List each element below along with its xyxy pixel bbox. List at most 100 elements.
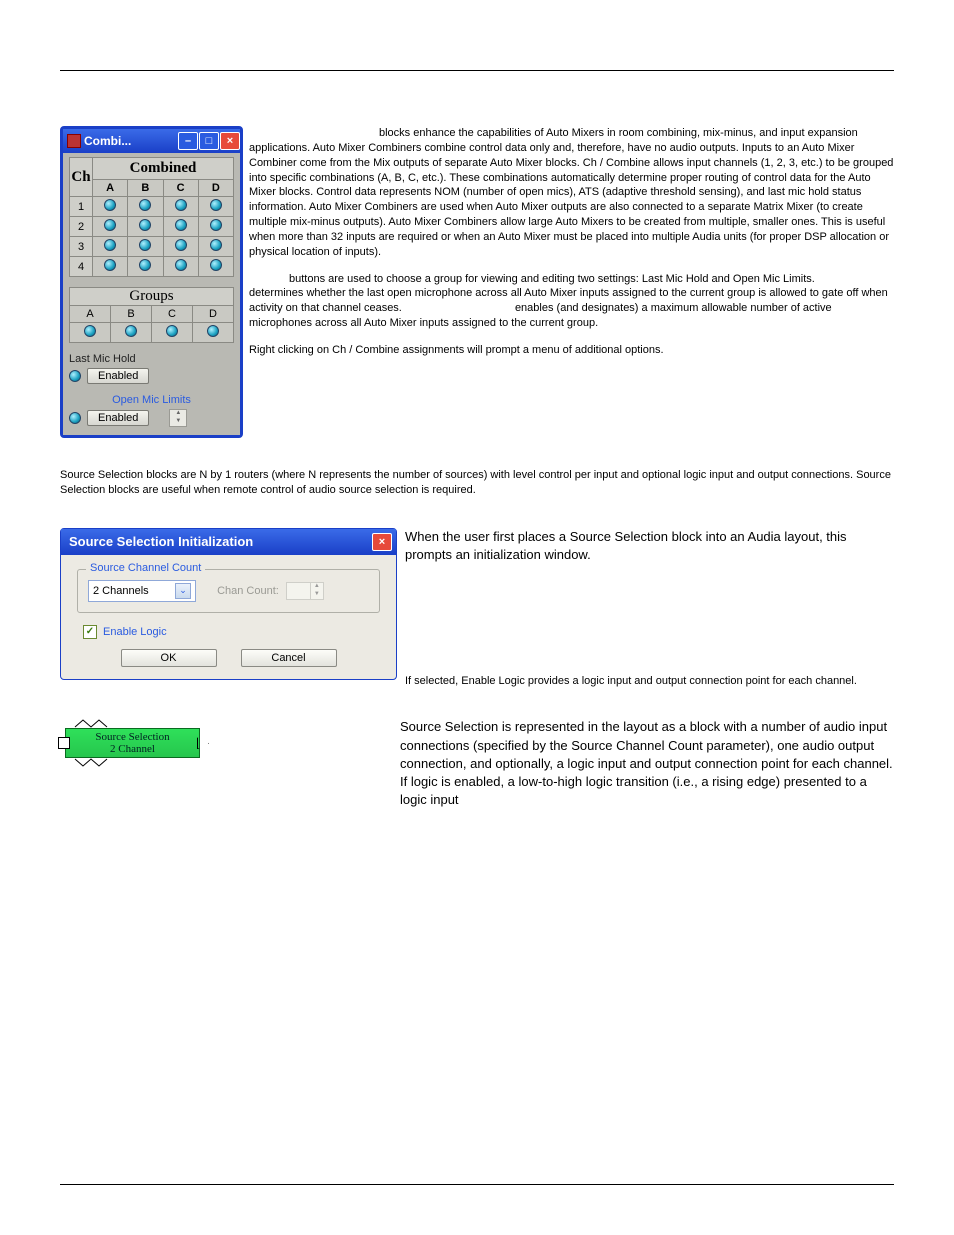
top-rule <box>60 70 894 71</box>
enable-logic-row[interactable]: ✓ Enable Logic <box>83 625 380 639</box>
maximize-button[interactable]: □ <box>199 132 219 150</box>
radio-icon <box>207 325 219 337</box>
cell[interactable] <box>163 257 198 277</box>
close-button[interactable]: × <box>220 132 240 150</box>
radio-icon <box>210 199 222 211</box>
chevron-up-icon: ▲ <box>170 410 186 418</box>
group-cell[interactable] <box>151 323 192 342</box>
status-dot-icon <box>69 370 81 382</box>
radio-icon <box>210 259 222 271</box>
chevron-down-icon: ▼ <box>311 591 323 599</box>
col-a: A <box>93 180 128 197</box>
spinner[interactable]: ▲▼ <box>169 409 187 427</box>
group-cell[interactable] <box>192 323 233 342</box>
ssi-title-text: Source Selection Initialization <box>65 534 371 549</box>
zigzag-bottom-icon <box>65 758 200 768</box>
cell[interactable] <box>198 217 233 237</box>
group-col: D <box>192 306 233 322</box>
cell[interactable] <box>198 237 233 257</box>
bottom-rule <box>60 1184 894 1185</box>
paragraph-2: buttons are used to choose a group for v… <box>249 272 894 331</box>
cell[interactable] <box>128 237 163 257</box>
cell[interactable] <box>128 197 163 217</box>
channel-count-combo[interactable]: 2 Channels ⌄ <box>88 580 196 602</box>
cell[interactable] <box>128 217 163 237</box>
open-mic-limits-row: Enabled ▲▼ <box>69 409 234 427</box>
radio-icon <box>175 239 187 251</box>
chan-count-field[interactable]: ▲▼ <box>286 582 324 600</box>
cell[interactable] <box>163 197 198 217</box>
source-selection-block[interactable]: Source Selection 2 Channel <box>65 718 200 768</box>
chevron-up-icon: ▲ <box>311 583 323 591</box>
enabled-button[interactable]: Enabled <box>87 410 149 426</box>
checkbox-icon: ✓ <box>83 625 97 639</box>
enabled-button[interactable]: Enabled <box>87 368 149 384</box>
radio-icon <box>125 325 137 337</box>
paragraph-3: Right clicking on Ch / Combine assignmen… <box>249 343 894 358</box>
ssi-note: If selected, Enable Logic provides a log… <box>405 674 894 688</box>
groups-header-row: A B C D <box>69 306 234 323</box>
ssi-side-text: When the user first places a Source Sele… <box>405 528 894 564</box>
ch-header: Ch <box>70 158 93 197</box>
cell[interactable] <box>93 237 128 257</box>
paragraph-1: blocks enhance the capabilities of Auto … <box>249 126 894 260</box>
groups-radio-row <box>69 323 234 343</box>
status-dot-icon <box>69 412 81 424</box>
zigzag-top-icon <box>65 718 200 728</box>
combined-table: Ch Combined A B C D 1 2 3 4 <box>69 157 234 277</box>
input-port-icon <box>58 737 70 749</box>
cell[interactable] <box>198 197 233 217</box>
cell[interactable] <box>93 257 128 277</box>
radio-icon <box>84 325 96 337</box>
ssi-side-column: When the user first places a Source Sele… <box>405 528 894 689</box>
row-label: 4 <box>70 257 93 277</box>
group-col: A <box>70 306 110 322</box>
open-mic-limits-label: Open Mic Limits <box>69 394 234 406</box>
block-line2: 2 Channel <box>66 743 199 755</box>
chevron-down-icon: ⌄ <box>175 583 191 599</box>
col-b: B <box>128 180 163 197</box>
radio-icon <box>139 239 151 251</box>
group-col: C <box>151 306 192 322</box>
cell[interactable] <box>198 257 233 277</box>
combi-window: Combi... – □ × Ch Combined A B C D <box>60 126 243 438</box>
ssi-titlebar[interactable]: Source Selection Initialization × <box>61 529 396 555</box>
output-port-icon <box>197 737 209 749</box>
radio-icon <box>104 239 116 251</box>
cell[interactable] <box>163 237 198 257</box>
paragraph-column: blocks enhance the capabilities of Auto … <box>249 126 894 438</box>
app-icon <box>67 134 81 148</box>
last-mic-hold-label: Last Mic Hold <box>69 353 234 365</box>
radio-icon <box>175 219 187 231</box>
combi-titlebar[interactable]: Combi... – □ × <box>63 129 240 153</box>
radio-icon <box>175 259 187 271</box>
group-col: B <box>110 306 151 322</box>
spinner[interactable]: ▲▼ <box>310 583 323 599</box>
combined-header: Combined <box>93 158 234 180</box>
close-button[interactable]: × <box>372 533 392 551</box>
radio-icon <box>139 199 151 211</box>
chevron-down-icon: ▼ <box>170 418 186 426</box>
radio-icon <box>104 199 116 211</box>
cancel-button[interactable]: Cancel <box>241 649 337 667</box>
cell[interactable] <box>93 217 128 237</box>
chan-count-label: Chan Count: <box>217 585 279 597</box>
radio-icon <box>104 259 116 271</box>
cell[interactable] <box>93 197 128 217</box>
ok-button[interactable]: OK <box>121 649 217 667</box>
row-label: 3 <box>70 237 93 257</box>
radio-icon <box>139 259 151 271</box>
group-cell[interactable] <box>70 323 110 342</box>
group-cell[interactable] <box>110 323 151 342</box>
cell[interactable] <box>163 217 198 237</box>
minimize-button[interactable]: – <box>178 132 198 150</box>
cell[interactable] <box>128 257 163 277</box>
enable-logic-label: Enable Logic <box>103 626 167 638</box>
row-label: 1 <box>70 197 93 217</box>
block-body: Source Selection 2 Channel <box>65 728 200 758</box>
col-c: C <box>163 180 198 197</box>
last-mic-hold-row: Enabled <box>69 368 234 384</box>
radio-icon <box>210 219 222 231</box>
source-channel-count-fieldset: Source Channel Count 2 Channels ⌄ Chan C… <box>77 569 380 613</box>
combo-value: 2 Channels <box>93 585 149 597</box>
